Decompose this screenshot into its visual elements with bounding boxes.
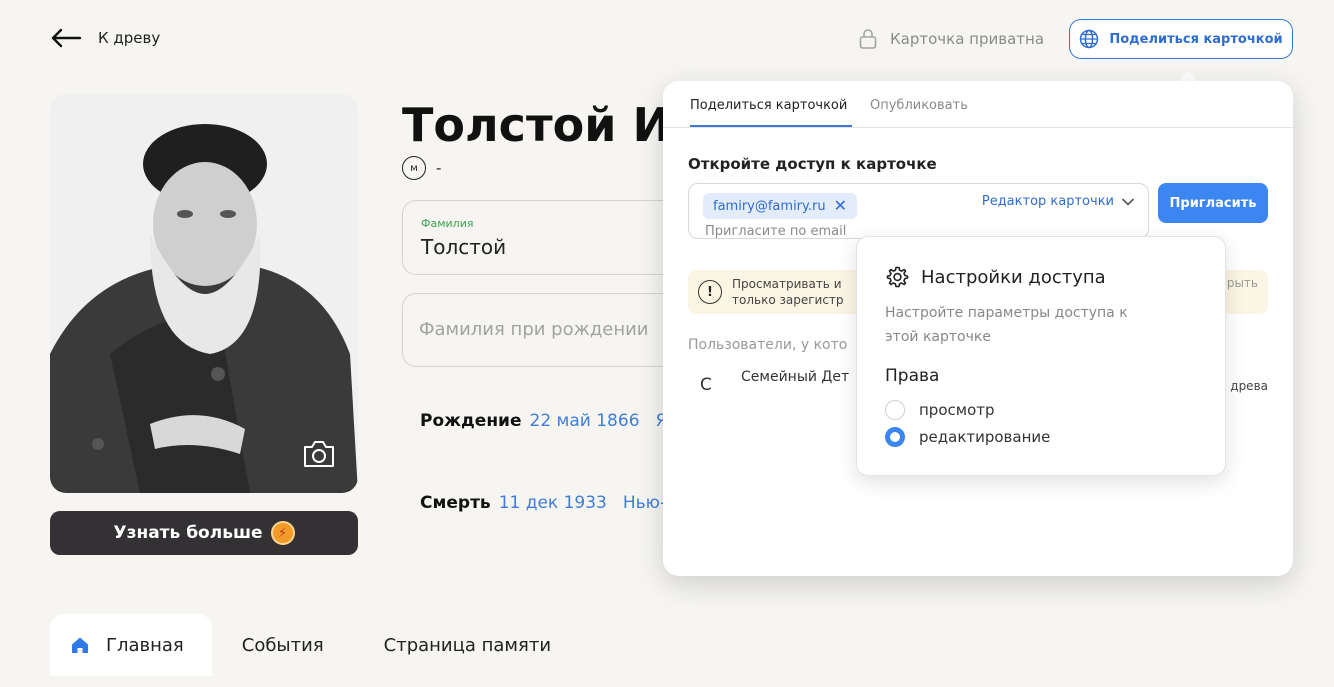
radio-edit-circle[interactable] <box>885 427 905 447</box>
tab-events-label: События <box>241 634 324 656</box>
popover-tabs: Поделиться карточкой Опубликовать <box>663 81 1293 128</box>
access-settings-header: Настройки доступа <box>885 265 1106 289</box>
radio-edit[interactable]: редактирование <box>885 427 1050 447</box>
gear-icon <box>886 266 909 288</box>
share-card-button[interactable]: Поделиться карточкой <box>1069 19 1293 59</box>
user-avatar: С <box>700 375 712 395</box>
rights-label: Права <box>885 366 940 386</box>
tab-main[interactable]: Главная <box>50 614 212 676</box>
radio-edit-label: редактирование <box>919 428 1051 446</box>
portrait-image <box>50 94 358 493</box>
home-icon <box>72 637 88 653</box>
person-name: Толстой Ил <box>402 98 664 152</box>
private-label: Карточка приватна <box>890 30 1045 48</box>
gender-badge[interactable]: м <box>402 156 426 180</box>
lastname-value: Толстой <box>421 235 507 259</box>
notice-line-1: Просматривать и <box>732 277 842 291</box>
notice-line-2: только зарегистр <box>732 293 844 307</box>
notice-action[interactable]: рыть <box>1227 276 1258 290</box>
tab-memorial-label: Страница памяти <box>383 634 552 656</box>
death-label: Смерть <box>420 493 491 513</box>
role-select[interactable]: Редактор карточки <box>982 194 1134 209</box>
gender-dash: - <box>436 159 442 177</box>
tab-main-label: Главная <box>106 634 184 656</box>
chevron-down-icon <box>1122 198 1134 205</box>
birthname-placeholder: Фамилия при рождении <box>419 319 649 340</box>
page-tabs: Главная События Страница памяти <box>50 614 581 676</box>
back-to-tree-link[interactable]: К древу <box>50 26 160 50</box>
users-title: Пользователи, у кото <box>688 337 848 353</box>
invite-box[interactable]: famiry@famiry.ru ✕ Редактор карточки <box>688 183 1149 239</box>
access-settings-dropdown: Настройки доступа Настройте параметры до… <box>856 236 1226 476</box>
active-tab-indicator <box>690 125 852 127</box>
user-role[interactable]: древа <box>1230 379 1268 393</box>
birth-event[interactable]: Рождение 22 май 1866 Яс <box>420 411 664 431</box>
invite-button[interactable]: Пригласить <box>1158 183 1268 223</box>
notice-text: Просматривать и только зарегистр <box>732 276 844 308</box>
share-button-label: Поделиться карточкой <box>1109 31 1283 47</box>
death-date[interactable]: 11 дек 1933 <box>499 493 607 513</box>
radio-view-circle[interactable] <box>885 400 905 420</box>
learn-more-button[interactable]: Узнать больше ⚡ <box>50 511 358 555</box>
tab-events[interactable]: События <box>212 614 354 676</box>
email-chip: famiry@famiry.ru ✕ <box>703 193 857 219</box>
tab-share-card[interactable]: Поделиться карточкой <box>690 98 847 113</box>
user-name: Семейный Дет <box>741 369 850 385</box>
gender-row: м - <box>402 156 441 180</box>
lightning-icon: ⚡ <box>270 521 295 545</box>
access-settings-title: Настройки доступа <box>921 266 1106 288</box>
birth-date[interactable]: 22 май 1866 <box>530 411 640 431</box>
profile-photo <box>50 94 358 493</box>
tab-publish[interactable]: Опубликовать <box>870 98 968 113</box>
remove-chip-icon[interactable]: ✕ <box>834 198 847 214</box>
radio-view-label: просмотр <box>919 401 995 419</box>
lastname-label: Фамилия <box>421 217 474 230</box>
death-place[interactable]: Нью-Хе <box>623 493 664 513</box>
globe-icon <box>1080 29 1099 49</box>
birthname-field[interactable]: Фамилия при рождении <box>402 293 664 367</box>
email-chip-label: famiry@famiry.ru <box>713 198 826 214</box>
death-event[interactable]: Смерть 11 дек 1933 Нью-Хе <box>420 493 664 513</box>
role-select-label: Редактор карточки <box>981 194 1114 209</box>
access-settings-description: Настройте параметры доступа к этой карто… <box>885 305 1128 345</box>
private-status: Карточка приватна <box>858 28 1044 50</box>
lock-icon <box>859 29 877 49</box>
camera-icon[interactable] <box>302 439 336 469</box>
learn-more-label: Узнать больше <box>113 523 263 543</box>
back-link-label: К древу <box>98 29 161 47</box>
lastname-field[interactable]: Фамилия Толстой <box>402 200 664 275</box>
radio-view[interactable]: просмотр <box>885 400 995 420</box>
arrow-left-icon <box>51 28 82 48</box>
warning-icon: ! <box>698 280 722 304</box>
share-title: Откройте доступ к карточке <box>688 155 937 173</box>
tab-memorial-page[interactable]: Страница памяти <box>354 614 581 676</box>
birth-label: Рождение <box>420 411 522 431</box>
